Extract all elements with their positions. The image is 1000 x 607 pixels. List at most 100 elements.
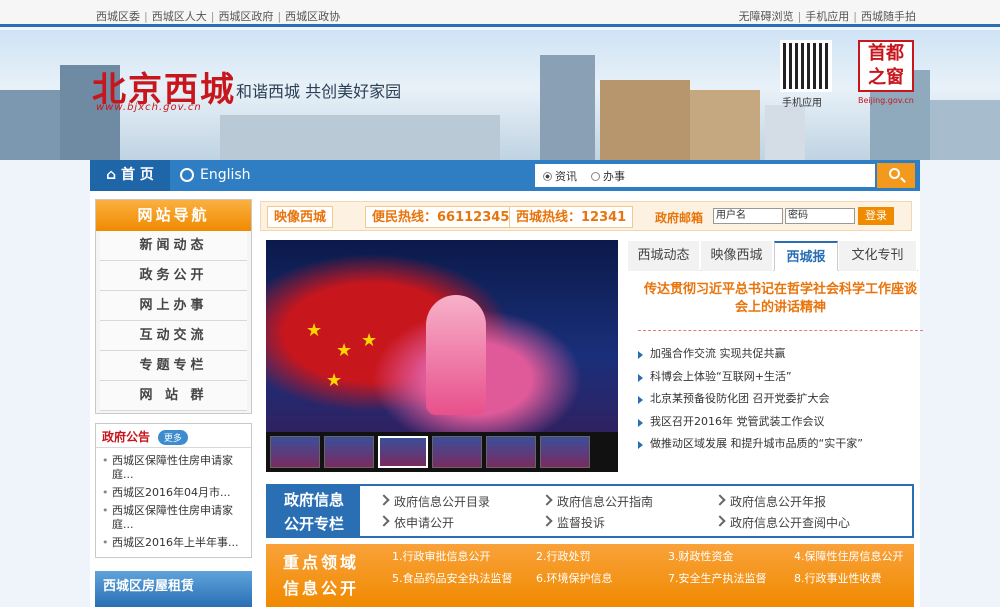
link-district-congress[interactable]: 西城区人大 <box>152 10 207 23</box>
link-key-area[interactable]: 5.食品药品安全执法监督 <box>392 570 513 586</box>
link-key-area[interactable]: 2.行政处罚 <box>536 548 591 564</box>
sidenav-item-news[interactable]: 新闻动态 <box>100 231 247 261</box>
list-item[interactable]: 西城区保障性住房申请家庭... <box>102 454 245 482</box>
tag-image-xicheng[interactable]: 映像西城 <box>267 206 334 228</box>
home-icon: ⌂ <box>106 167 122 183</box>
gov-notice-title: 政府公告 <box>102 430 151 444</box>
tab-xicheng-paper[interactable]: 西城报 <box>774 241 838 271</box>
tab-image-xicheng[interactable]: 映像西城 <box>701 241 773 271</box>
sidenav-item-gov-affairs[interactable]: 政务公开 <box>100 261 247 291</box>
gov-mail-label: 政府邮箱 <box>655 211 704 225</box>
radio-icon <box>543 172 552 181</box>
rental-banner[interactable]: 西城区房屋租赁 <box>95 571 252 607</box>
top-left-links: 西城区委 | 西城区人大 | 西城区政府 | 西城区政协 <box>96 10 341 23</box>
sidenav-item-topics[interactable]: 专题专栏 <box>100 351 247 381</box>
site-url: www.bjxch.gov.cn <box>96 102 202 113</box>
gov-notice-list: 西城区保障性住房申请家庭... 西城区2016年04月市... 西城区保障性住房… <box>96 448 251 560</box>
qr-code-icon[interactable] <box>780 40 832 92</box>
star-icon: ★ <box>336 340 353 361</box>
site-slogan: 和谐西城 共创美好家园 <box>236 82 402 101</box>
main-content: 网站导航 新闻动态 政务公开 网上办事 互动交流 专题专栏 网 站 群 政府公告… <box>90 191 923 607</box>
thumbnail[interactable] <box>486 436 536 468</box>
divider <box>638 330 923 331</box>
more-button[interactable]: 更多 <box>157 430 188 445</box>
star-icon: ★ <box>306 320 323 341</box>
skyline-building <box>540 55 595 160</box>
list-item[interactable]: 科博会上体验“互联网+生活” <box>638 366 863 389</box>
username-field[interactable]: 用户名 <box>713 208 783 224</box>
thumbnail-active[interactable] <box>378 436 428 468</box>
link-accessibility[interactable]: 无障碍浏览 <box>739 10 794 23</box>
radio-icon <box>591 172 600 181</box>
search-input[interactable] <box>685 166 865 185</box>
link-district-government[interactable]: 西城区政府 <box>218 10 273 23</box>
list-item[interactable]: 我区召开2016年 党管武装工作会议 <box>638 411 863 434</box>
link-key-area[interactable]: 3.财政性资金 <box>668 548 734 564</box>
list-item[interactable]: 做推动区域发展 和提升城市品质的“实干家” <box>638 433 863 456</box>
skyline-building <box>220 115 500 160</box>
link-complaint[interactable]: 监督投诉 <box>543 514 605 531</box>
nav-home-label: 首 页 <box>121 167 154 183</box>
nav-english[interactable]: English <box>178 160 251 191</box>
main-nav: ⌂ 首 页 English 资讯 办事 <box>90 160 920 191</box>
search-button[interactable] <box>877 163 915 188</box>
thumbnail[interactable] <box>270 436 320 468</box>
link-key-area[interactable]: 8.行政事业性收费 <box>794 570 882 586</box>
nav-home[interactable]: ⌂ 首 页 <box>90 160 170 191</box>
tag-service-hotline: 便民热线：66112345 <box>365 206 517 228</box>
link-key-area[interactable]: 1.行政审批信息公开 <box>392 548 491 564</box>
gov-info-disclosure: 政府信息 公开专栏 政府信息公开目录 政府信息公开指南 政府信息公开年报 依申请… <box>266 484 914 538</box>
list-item[interactable]: 西城区2016年04月市... <box>102 486 245 500</box>
search-option-service[interactable]: 办事 <box>591 168 625 184</box>
link-key-area[interactable]: 4.保障性住房信息公开 <box>794 548 904 564</box>
key-areas-disclosure: 重点领域 信息公开 1.行政审批信息公开 2.行政处罚 3.财政性资金 4.保障… <box>266 544 914 607</box>
photo-thumbnails <box>266 432 618 472</box>
thumbnail[interactable] <box>324 436 374 468</box>
gov-notice-header: 政府公告 更多 <box>96 424 251 448</box>
link-key-area[interactable]: 6.环境保护信息 <box>536 570 613 586</box>
search-icon <box>889 168 900 179</box>
link-key-area[interactable]: 7.安全生产执法监督 <box>668 570 767 586</box>
search-option-info[interactable]: 资讯 <box>543 168 577 184</box>
sidenav-item-online-services[interactable]: 网上办事 <box>100 291 247 321</box>
sidenav-item-site-group[interactable]: 网 站 群 <box>100 381 247 411</box>
link-info-catalog[interactable]: 政府信息公开目录 <box>380 493 490 510</box>
list-item[interactable]: 加强合作交流 实现共促共赢 <box>638 343 863 366</box>
link-apply-disclosure[interactable]: 依申请公开 <box>380 514 454 531</box>
capital-window-label: Beijing.gov.cn <box>858 96 914 105</box>
link-info-annual-report[interactable]: 政府信息公开年报 <box>716 493 826 510</box>
top-bar: 西城区委 | 西城区人大 | 西城区政府 | 西城区政协 无障碍浏览 | 手机应用 | 西城随手拍 <box>0 0 1000 27</box>
list-item[interactable]: 西城区保障性住房申请家庭... <box>102 504 245 532</box>
link-mobile-app[interactable]: 手机应用 <box>805 10 849 23</box>
search-box: 资讯 办事 <box>535 164 875 187</box>
headline[interactable]: 传达贯彻习近平总书记在哲学社会科学工作座谈会上的讲话精神 <box>638 281 923 317</box>
news-list: 加强合作交流 实现共促共赢 科博会上体验“互联网+生活” 北京某预备役防化团 召… <box>638 343 863 456</box>
link-district-party[interactable]: 西城区委 <box>96 10 140 23</box>
key-areas-label: 重点领域 信息公开 <box>282 553 359 598</box>
link-snapshot[interactable]: 西城随手拍 <box>861 10 916 23</box>
hotline-bar: 映像西城 便民热线：66112345 西城热线：12341 政府邮箱 用户名 密… <box>260 201 912 231</box>
skyline-building <box>765 105 805 160</box>
capital-window-logo[interactable]: 首都之窗 <box>858 40 914 92</box>
login-button[interactable]: 登录 <box>858 207 894 225</box>
link-district-cppcc[interactable]: 西城区政协 <box>285 10 340 23</box>
password-field[interactable]: 密码 <box>785 208 855 224</box>
top-right-links: 无障碍浏览 | 手机应用 | 西城随手拍 <box>738 10 916 23</box>
gov-info-label: 政府信息 公开专栏 <box>268 486 360 536</box>
list-item[interactable]: 西城区2016年上半年事... <box>102 536 245 550</box>
site-navigation-title: 网站导航 <box>96 200 251 231</box>
link-info-center[interactable]: 政府信息公开查阅中心 <box>716 514 850 531</box>
thumbnail[interactable] <box>432 436 482 468</box>
tab-culture[interactable]: 文化专刊 <box>839 241 917 271</box>
photo-figure <box>426 295 486 415</box>
star-icon: ★ <box>326 370 343 391</box>
sidenav-item-interaction[interactable]: 互动交流 <box>100 321 247 351</box>
site-navigation: 网站导航 新闻动态 政务公开 网上办事 互动交流 专题专栏 网 站 群 <box>95 199 252 414</box>
thumbnail[interactable] <box>540 436 590 468</box>
list-item[interactable]: 北京某预备役防化团 召开党委扩大会 <box>638 388 863 411</box>
gov-notice-panel: 政府公告 更多 西城区保障性住房申请家庭... 西城区2016年04月市... … <box>95 423 252 558</box>
skyline-building <box>600 80 690 160</box>
nav-english-label: English <box>200 167 251 183</box>
tab-xicheng-news[interactable]: 西城动态 <box>628 241 700 271</box>
link-info-guide[interactable]: 政府信息公开指南 <box>543 493 653 510</box>
